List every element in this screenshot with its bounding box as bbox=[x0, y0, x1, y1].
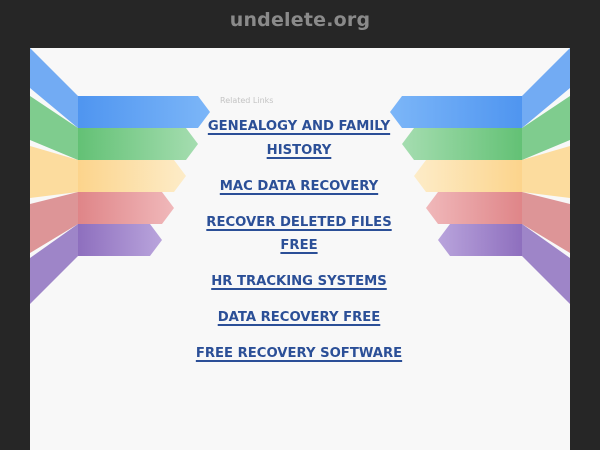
related-link[interactable]: DATA RECOVERY FREE bbox=[190, 306, 408, 330]
related-links-label: Related Links bbox=[220, 96, 274, 105]
related-link[interactable]: GENEALOGY AND FAMILY HISTORY bbox=[190, 115, 408, 162]
domain-title: undelete.org bbox=[229, 9, 371, 31]
related-link[interactable]: RECOVER DELETED FILES FREE bbox=[190, 211, 408, 258]
related-link[interactable]: HR TRACKING SYSTEMS bbox=[190, 270, 408, 294]
related-links-list: GENEALOGY AND FAMILY HISTORY MAC DATA RE… bbox=[190, 115, 408, 378]
parked-page-panel: Related Links GENEALOGY AND FAMILY HISTO… bbox=[30, 48, 570, 450]
related-link[interactable]: FREE RECOVERY SOFTWARE bbox=[190, 342, 408, 366]
related-link[interactable]: MAC DATA RECOVERY bbox=[190, 175, 408, 199]
